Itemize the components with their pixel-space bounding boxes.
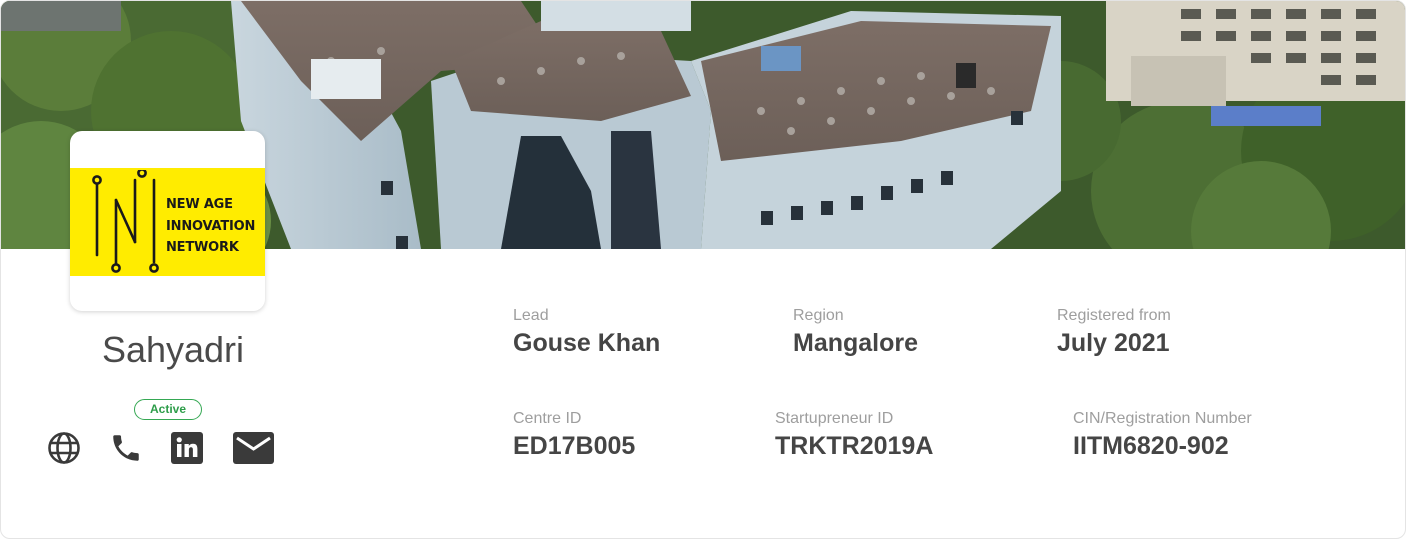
globe-icon[interactable] (47, 431, 81, 465)
centre-id-value: ED17B005 (513, 432, 636, 460)
cin-value: IITM6820-902 (1073, 432, 1229, 460)
logo-badge: NEW AGE INNOVATION NETWORK (70, 168, 265, 276)
startupreneur-id-value: TRKTR2019A (775, 432, 934, 460)
status-badge: Active (134, 399, 202, 420)
organization-name: Sahyadri (101, 329, 245, 370)
phone-icon[interactable] (109, 431, 143, 465)
lead-field: Lead Gouse Khan (513, 307, 660, 357)
logo-wordmark: NEW AGE INNOVATION NETWORK (166, 194, 262, 259)
registered-label: Registered from (1057, 307, 1171, 324)
email-icon[interactable] (232, 431, 275, 465)
lead-value: Gouse Khan (513, 329, 661, 357)
region-value: Mangalore (793, 329, 919, 357)
registered-value: July 2021 (1057, 329, 1170, 357)
cin-field: CIN/Registration Number IITM6820-902 (1073, 410, 1252, 460)
lead-label: Lead (513, 307, 549, 324)
startupreneur-id-label: Startupreneur ID (775, 410, 894, 427)
linkedin-icon[interactable] (170, 431, 204, 465)
organization-logo: NEW AGE INNOVATION NETWORK (70, 131, 265, 311)
region-label: Region (793, 307, 844, 324)
cin-label: CIN/Registration Number (1073, 410, 1252, 427)
registered-field: Registered from July 2021 (1057, 307, 1171, 357)
centre-id-field: Centre ID ED17B005 (513, 410, 635, 460)
region-field: Region Mangalore (793, 307, 918, 357)
centre-id-label: Centre ID (513, 410, 582, 427)
startupreneur-id-field: Startupreneur ID TRKTR2019A (775, 410, 933, 460)
network-logo-icon (92, 170, 159, 273)
centre-profile-card: NEW AGE INNOVATION NETWORK Sahyadri Acti… (0, 0, 1406, 539)
logo-line-2: INNOVATION (166, 218, 256, 234)
logo-line-1: NEW AGE (166, 197, 233, 212)
logo-line-3: NETWORK (166, 240, 239, 255)
